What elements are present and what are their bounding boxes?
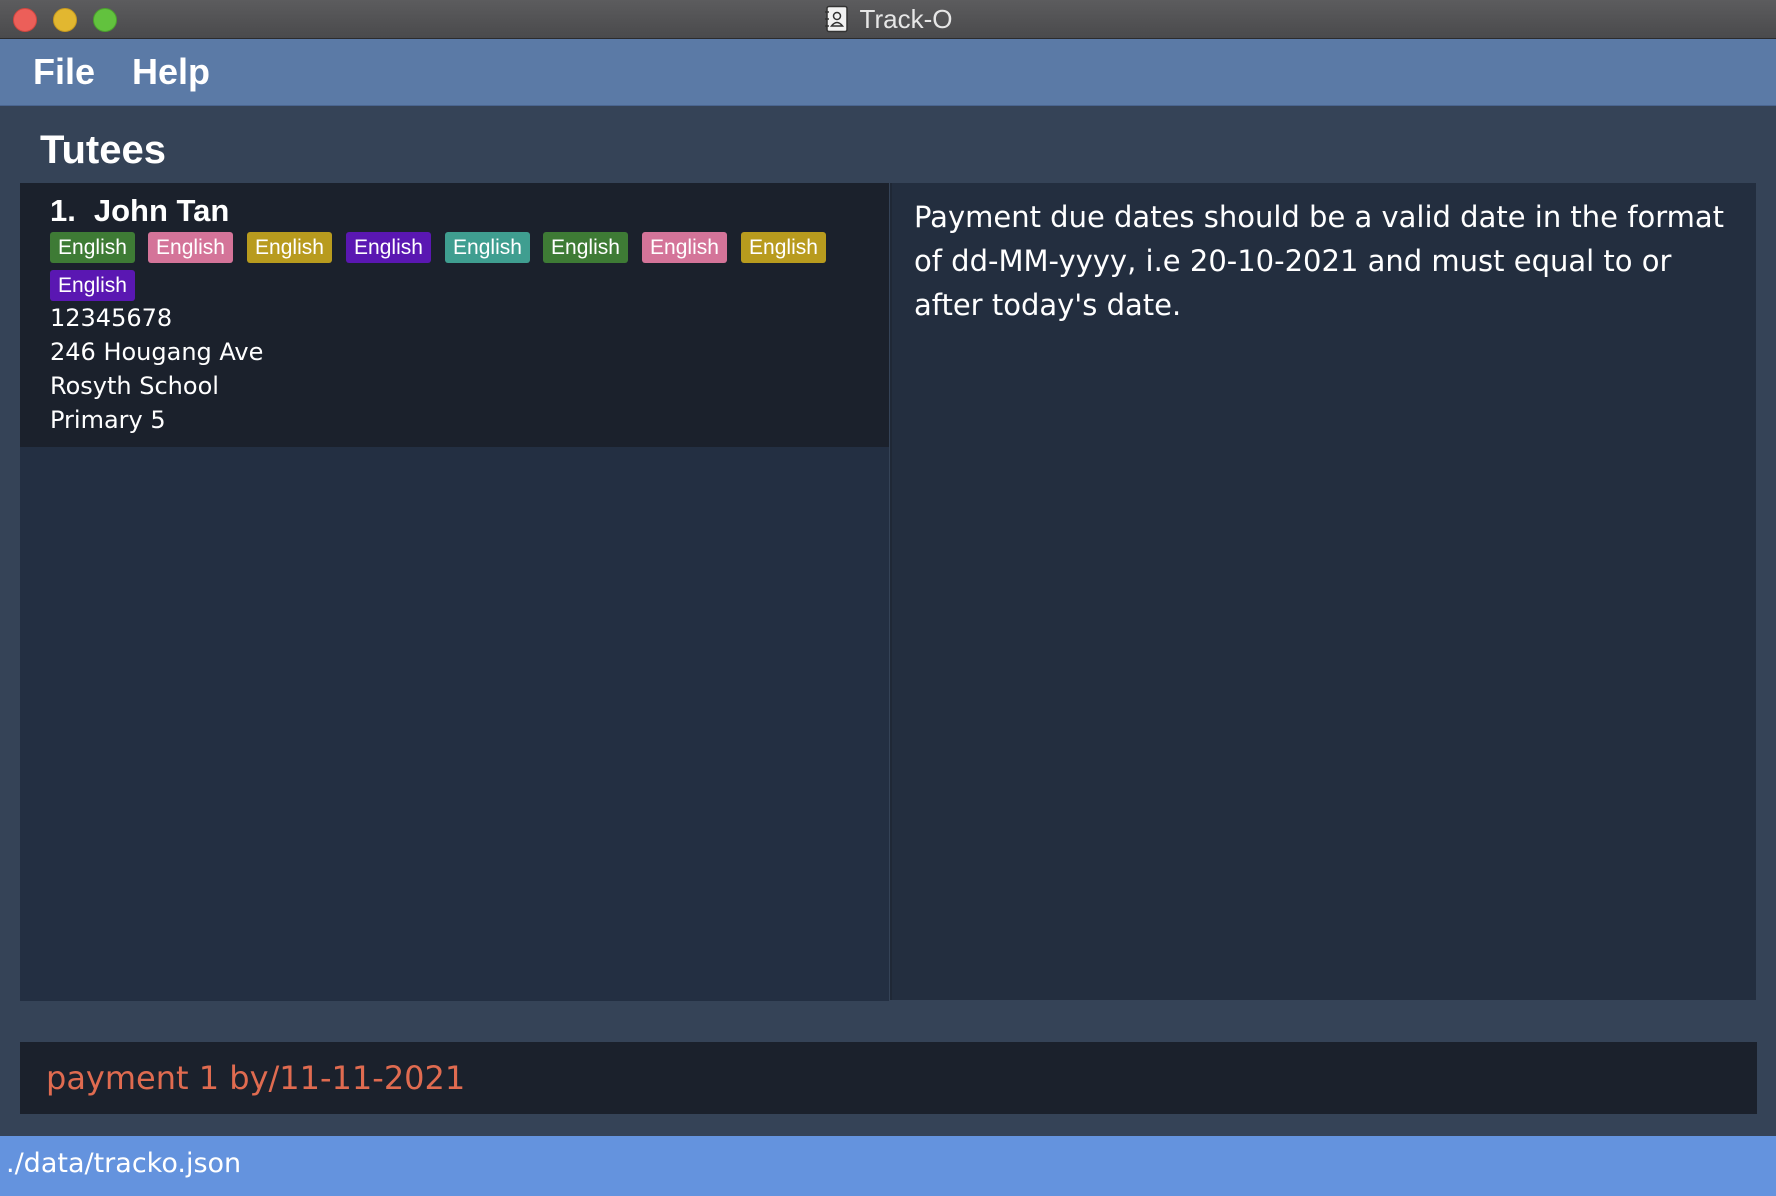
tag-english: English <box>148 232 233 263</box>
result-display: Payment due dates should be a valid date… <box>890 183 1756 1000</box>
tutee-school: Rosyth School <box>50 372 219 400</box>
tag-english: English <box>445 232 530 263</box>
tutee-list[interactable]: 1. John Tan English English English Engli… <box>20 183 889 1001</box>
tag-english: English <box>50 270 135 301</box>
menu-file[interactable]: File <box>33 51 95 93</box>
tag-english: English <box>642 232 727 263</box>
tutee-card[interactable]: 1. John Tan English English English Engli… <box>20 183 889 447</box>
save-file-path: ./data/tracko.json <box>6 1148 242 1179</box>
tag-english: English <box>50 232 135 263</box>
tutee-address: 246 Hougang Ave <box>50 338 264 366</box>
address-book-icon <box>824 5 850 33</box>
tutee-level: Primary 5 <box>50 406 166 434</box>
tag-english: English <box>346 232 431 263</box>
result-message: Payment due dates should be a valid date… <box>914 200 1725 322</box>
tutee-phone: 12345678 <box>50 304 173 332</box>
tag-english: English <box>543 232 628 263</box>
title-bar: Track-O <box>0 0 1776 39</box>
tag-english: English <box>741 232 826 263</box>
menu-bar: File Help <box>0 39 1776 106</box>
status-bar: ./data/tracko.json <box>0 1136 1776 1196</box>
command-box[interactable] <box>20 1042 1757 1114</box>
tutees-heading: Tutees <box>40 128 166 172</box>
window-title: Track-O <box>859 3 953 34</box>
menu-help[interactable]: Help <box>132 51 210 93</box>
command-input[interactable] <box>46 1042 1736 1114</box>
app-window: Track-O File Help Tutees 1. John Tan Engl… <box>0 0 1776 1196</box>
tutee-name-text: John Tan <box>93 193 230 228</box>
tutee-name: 1. John Tan <box>50 193 229 229</box>
tag-english: English <box>247 232 332 263</box>
tutee-index: 1. <box>50 193 76 228</box>
